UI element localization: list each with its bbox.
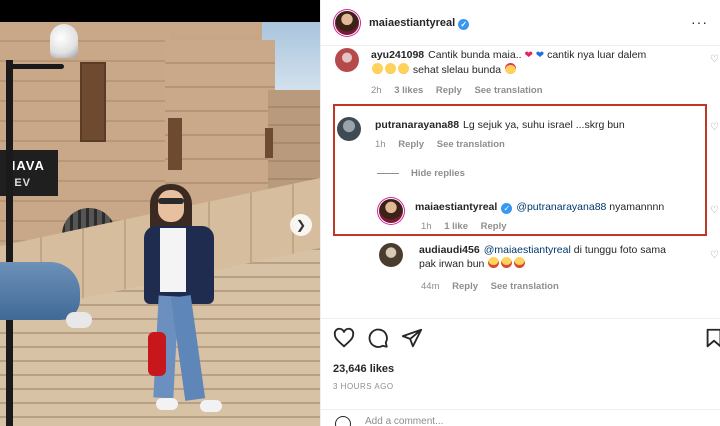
comment-text: Cantik bunda maia.. — [428, 49, 522, 61]
heart-eyes-face-icon — [505, 63, 516, 74]
avatar[interactable] — [379, 243, 403, 267]
comment-username[interactable]: putranarayana88 — [375, 119, 459, 131]
photo-top-bar — [0, 0, 320, 22]
comment-time[interactable]: 1h — [375, 139, 386, 150]
chevron-right-icon: ❯ — [295, 218, 307, 232]
next-photo-button[interactable]: ❯ — [290, 214, 312, 236]
like-comment-heart-icon[interactable]: ♡ — [710, 205, 719, 216]
post-likes-count[interactable]: 23,646 likes — [333, 363, 394, 375]
reply-button[interactable]: Reply — [481, 221, 507, 232]
reply-audi: audiaudi456 @maiaestiantyreal di tunggu f… — [419, 243, 709, 271]
avatar[interactable] — [337, 117, 361, 141]
verified-badge-icon: ✓ — [501, 203, 513, 214]
photo-statue-hand — [66, 312, 92, 328]
fearful-face-icon — [501, 257, 513, 268]
add-comment-bar: Add a comment... — [321, 409, 720, 426]
reply-maia: maiaestiantyreal ✓ @putranarayana88 nyaman… — [415, 200, 695, 214]
like-comment-heart-icon[interactable]: ♡ — [710, 250, 719, 261]
photo-red-bag — [148, 332, 166, 376]
photo-street-lamp — [50, 24, 78, 58]
photo-window — [80, 62, 106, 142]
reply-button[interactable]: Reply — [452, 281, 478, 292]
photo-woman-sunglasses — [158, 198, 184, 204]
comment-meta: 2h 3 likes Reply See translation — [371, 85, 553, 96]
comment-bubble-icon[interactable] — [367, 327, 389, 349]
avatar[interactable] — [335, 11, 359, 35]
add-comment-input[interactable]: Add a comment... — [365, 416, 443, 426]
fearful-face-icon — [514, 257, 526, 268]
see-translation-button[interactable]: See translation — [474, 85, 542, 96]
emoji-picker-icon[interactable] — [335, 416, 351, 426]
photo-woman-shoe — [200, 400, 222, 412]
comment-text: pak irwan bun — [419, 258, 485, 270]
see-translation-button[interactable]: See translation — [491, 281, 559, 292]
comment-likes[interactable]: 3 likes — [394, 85, 423, 96]
like-comment-heart-icon[interactable]: ♡ — [710, 122, 719, 133]
comment-text: cantik nya luar dalem — [547, 49, 647, 61]
post-author-username[interactable]: maiaestiantyreal ✓ — [369, 17, 470, 30]
comment-username[interactable]: maiaestiantyreal — [415, 201, 497, 213]
mention-link[interactable]: @maiaestiantyreal — [484, 244, 571, 256]
post-header: maiaestiantyreal ✓ ··· — [321, 0, 720, 46]
comment-time[interactable]: 44m — [421, 281, 439, 292]
comment-meta: 1h Reply See translation — [375, 139, 515, 150]
like-heart-icon[interactable] — [333, 327, 355, 349]
mention-link[interactable]: @putranarayana88 — [516, 201, 606, 213]
comment-time[interactable]: 1h — [421, 221, 432, 232]
more-options-icon[interactable]: ··· — [691, 14, 708, 30]
username-text[interactable]: maiaestiantyreal — [369, 17, 455, 29]
photo-sign-subtext: SEV — [6, 177, 32, 189]
post-timestamp[interactable]: 3 HOURS AGO — [333, 382, 394, 391]
photo-window — [265, 128, 273, 158]
hide-replies-button[interactable]: Hide replies — [411, 168, 465, 179]
reply-button[interactable]: Reply — [398, 139, 424, 150]
comment-text: Lg sejuk ya, suhu israel ...skrg bun — [463, 119, 625, 131]
comment-time[interactable]: 2h — [371, 85, 382, 96]
reply-button[interactable]: Reply — [436, 85, 462, 96]
photo-lamp-pole — [6, 60, 13, 426]
photo-window — [168, 118, 182, 170]
comment-putra: putranarayana88 Lg sejuk ya, suhu israel … — [375, 118, 695, 132]
comment-text: di tunggu foto sama — [573, 244, 666, 256]
photo-woman-face — [158, 190, 184, 222]
comment-username[interactable]: ayu241098 — [371, 49, 424, 61]
comment-text: sehat slelau bunda — [412, 64, 502, 76]
comment-likes[interactable]: 1 like — [444, 221, 468, 232]
post-actions-section: 23,646 likes 3 HOURS AGO Add a comment..… — [321, 318, 720, 426]
photo-lamp-arm — [6, 64, 64, 69]
photo-woman-shoe — [156, 398, 178, 410]
verified-badge-icon: ✓ — [458, 19, 470, 30]
fearful-face-icon — [488, 257, 500, 268]
comment-username[interactable]: audiaudi456 — [419, 244, 480, 256]
share-paper-plane-icon[interactable] — [401, 327, 423, 349]
smiling-face-icon — [385, 63, 396, 74]
comment-meta: 44m Reply See translation — [421, 281, 569, 292]
see-translation-button[interactable]: See translation — [437, 139, 505, 150]
post-side-panel: maiaestiantyreal ✓ ··· ayu241098 Cantik bu… — [320, 0, 720, 426]
post-photo[interactable]: HAVA SEV ❯ — [0, 0, 320, 426]
comment-ayu: ayu241098 Cantik bunda maia.. ❤ ❤ cantik … — [371, 48, 691, 77]
photo-statue-arm — [0, 262, 80, 320]
red-heart-icon: ❤ — [524, 50, 533, 61]
photo-sign-text: HAVA — [6, 158, 45, 173]
like-comment-heart-icon[interactable]: ♡ — [710, 54, 719, 65]
comment-meta: 1h 1 like Reply — [421, 221, 517, 232]
avatar[interactable] — [379, 199, 403, 223]
comment-text: nyamannnn — [609, 201, 665, 213]
save-bookmark-icon[interactable] — [703, 327, 720, 349]
blue-heart-icon: ❤ — [535, 50, 545, 61]
photo-woman-shirt — [160, 228, 186, 292]
avatar[interactable] — [335, 48, 359, 72]
smiling-face-icon — [398, 63, 409, 74]
smiling-face-icon — [372, 63, 383, 74]
hide-replies-line — [377, 173, 399, 174]
